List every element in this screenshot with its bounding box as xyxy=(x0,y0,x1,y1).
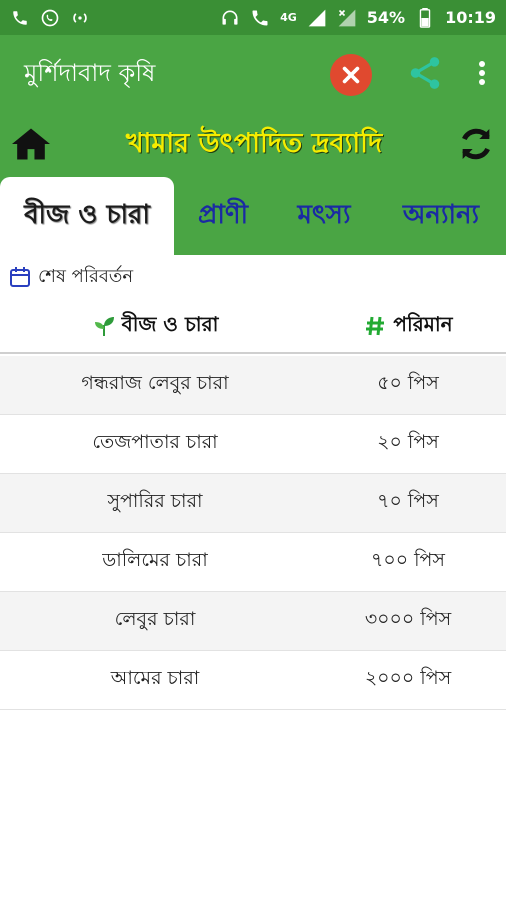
column-header-item: বীজ ও চারা xyxy=(121,311,219,336)
table-row: সুপারির চারা ৭০ পিস xyxy=(0,474,506,533)
home-icon xyxy=(12,127,50,160)
table-row: আমের চারা ২০০০ পিস xyxy=(0,651,506,710)
item-quantity: ৫০ পিস xyxy=(377,372,439,394)
signal-icon xyxy=(70,8,90,28)
page-title: খামার উৎপাদিত দ্রব্যাদি xyxy=(125,128,383,159)
item-name: গন্ধরাজ লেবুর চারা xyxy=(81,372,229,394)
more-vert-icon xyxy=(479,60,485,85)
last-updated: শেষ পরিবর্তন xyxy=(8,262,133,292)
last-updated-label: শেষ পরিবর্তন xyxy=(38,265,134,287)
category-tabs: বীজ ও চারা প্রাণী মৎস্য অন্যান্য xyxy=(0,177,506,255)
hash-icon xyxy=(366,316,385,336)
close-button[interactable] xyxy=(330,53,372,96)
item-quantity: ৭০ পিস xyxy=(377,490,439,512)
cell-signal-2-icon xyxy=(337,8,357,28)
status-bar: 4G 54% 10:19 xyxy=(0,0,506,35)
share-icon xyxy=(410,56,440,89)
product-table: গন্ধরাজ লেবুর চারা ৫০ পিস তেজপাতার চারা … xyxy=(0,356,506,710)
item-quantity: ৭০০ পিস xyxy=(371,549,445,571)
seedling-icon xyxy=(94,317,114,336)
table-row: তেজপাতার চারা ২০ পিস xyxy=(0,415,506,474)
phone-icon xyxy=(10,8,30,28)
close-icon xyxy=(342,66,360,83)
overflow-menu-button[interactable] xyxy=(478,60,486,90)
refresh-icon xyxy=(462,128,490,159)
item-quantity: ২০০০ পিস xyxy=(364,667,452,689)
tab-seeds[interactable]: বীজ ও চারা xyxy=(0,177,174,255)
cell-signal-icon xyxy=(307,8,327,28)
refresh-button[interactable] xyxy=(456,124,496,168)
item-quantity: ২০ পিস xyxy=(377,431,439,453)
whatsapp-icon xyxy=(40,8,60,28)
clock: 10:19 xyxy=(445,8,496,27)
table-header: বীজ ও চারা পরিমান xyxy=(0,300,506,354)
network-type: 4G xyxy=(280,11,297,24)
tab-fish[interactable]: মৎস্য xyxy=(272,177,376,255)
item-name: তেজপাতার চারা xyxy=(92,431,218,453)
section-header: খামার উৎপাদিত দ্রব্যাদি xyxy=(0,114,506,177)
table-row: লেবুর চারা ৩০০০ পিস xyxy=(0,592,506,651)
tab-animals[interactable]: প্রাণী xyxy=(174,177,272,255)
item-name: আমের চারা xyxy=(110,667,200,689)
item-name: ডালিমের চারা xyxy=(102,549,208,571)
table-row: গন্ধরাজ লেবুর চারা ৫০ পিস xyxy=(0,356,506,415)
app-bar: মুর্শিদাবাদ কৃষি xyxy=(0,35,506,114)
item-quantity: ৩০০০ পিস xyxy=(364,608,452,630)
wifi-call-icon xyxy=(250,8,270,28)
calendar-icon xyxy=(10,267,30,287)
item-name: লেবুর চারা xyxy=(114,608,196,630)
battery-icon xyxy=(415,7,435,28)
table-row: ডালিমের চারা ৭০০ পিস xyxy=(0,533,506,592)
battery-percent: 54% xyxy=(366,8,406,27)
tab-others[interactable]: অন্যান্য xyxy=(376,177,506,255)
home-button[interactable] xyxy=(10,125,52,167)
app-title: মুর্শিদাবাদ কৃষি xyxy=(24,58,156,87)
share-button[interactable] xyxy=(406,54,444,96)
item-name: সুপারির চারা xyxy=(107,490,203,512)
headset-icon xyxy=(220,8,240,28)
column-header-quantity: পরিমান xyxy=(393,311,453,336)
